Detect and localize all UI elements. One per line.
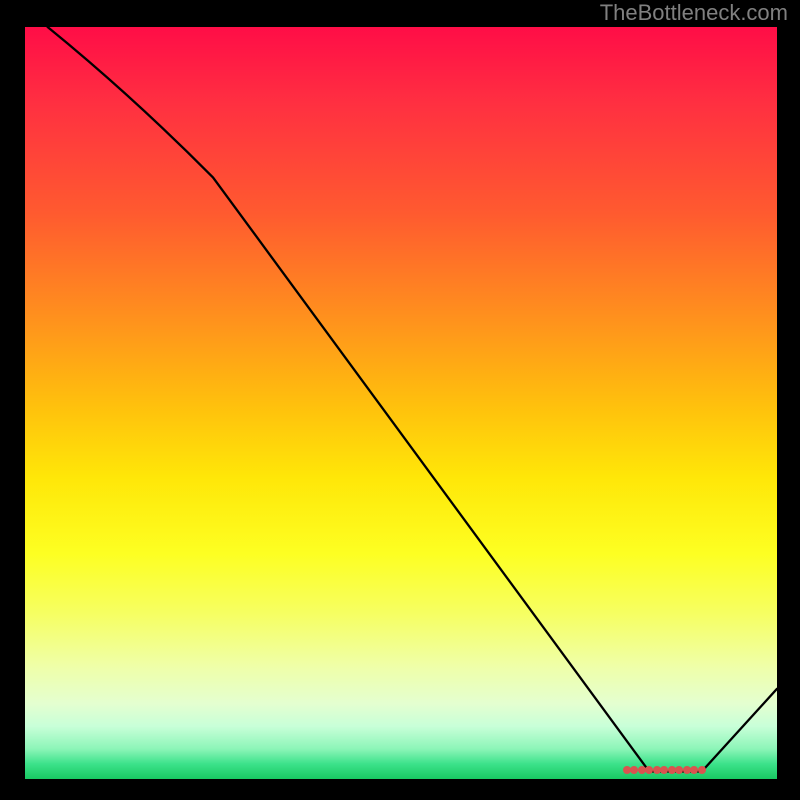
data-marker	[690, 766, 698, 774]
curve-svg	[25, 27, 777, 779]
data-marker	[660, 766, 668, 774]
data-marker	[698, 766, 706, 774]
data-marker	[668, 766, 676, 774]
data-marker	[638, 766, 646, 774]
data-marker	[653, 766, 661, 774]
chart-frame: TheBottleneck.com	[0, 0, 800, 800]
data-marker	[630, 766, 638, 774]
curve-path	[48, 27, 777, 772]
data-marker	[623, 766, 631, 774]
plot-area	[25, 27, 777, 779]
watermark-text: TheBottleneck.com	[600, 0, 788, 26]
data-marker	[675, 766, 683, 774]
data-marker	[645, 766, 653, 774]
data-marker	[683, 766, 691, 774]
